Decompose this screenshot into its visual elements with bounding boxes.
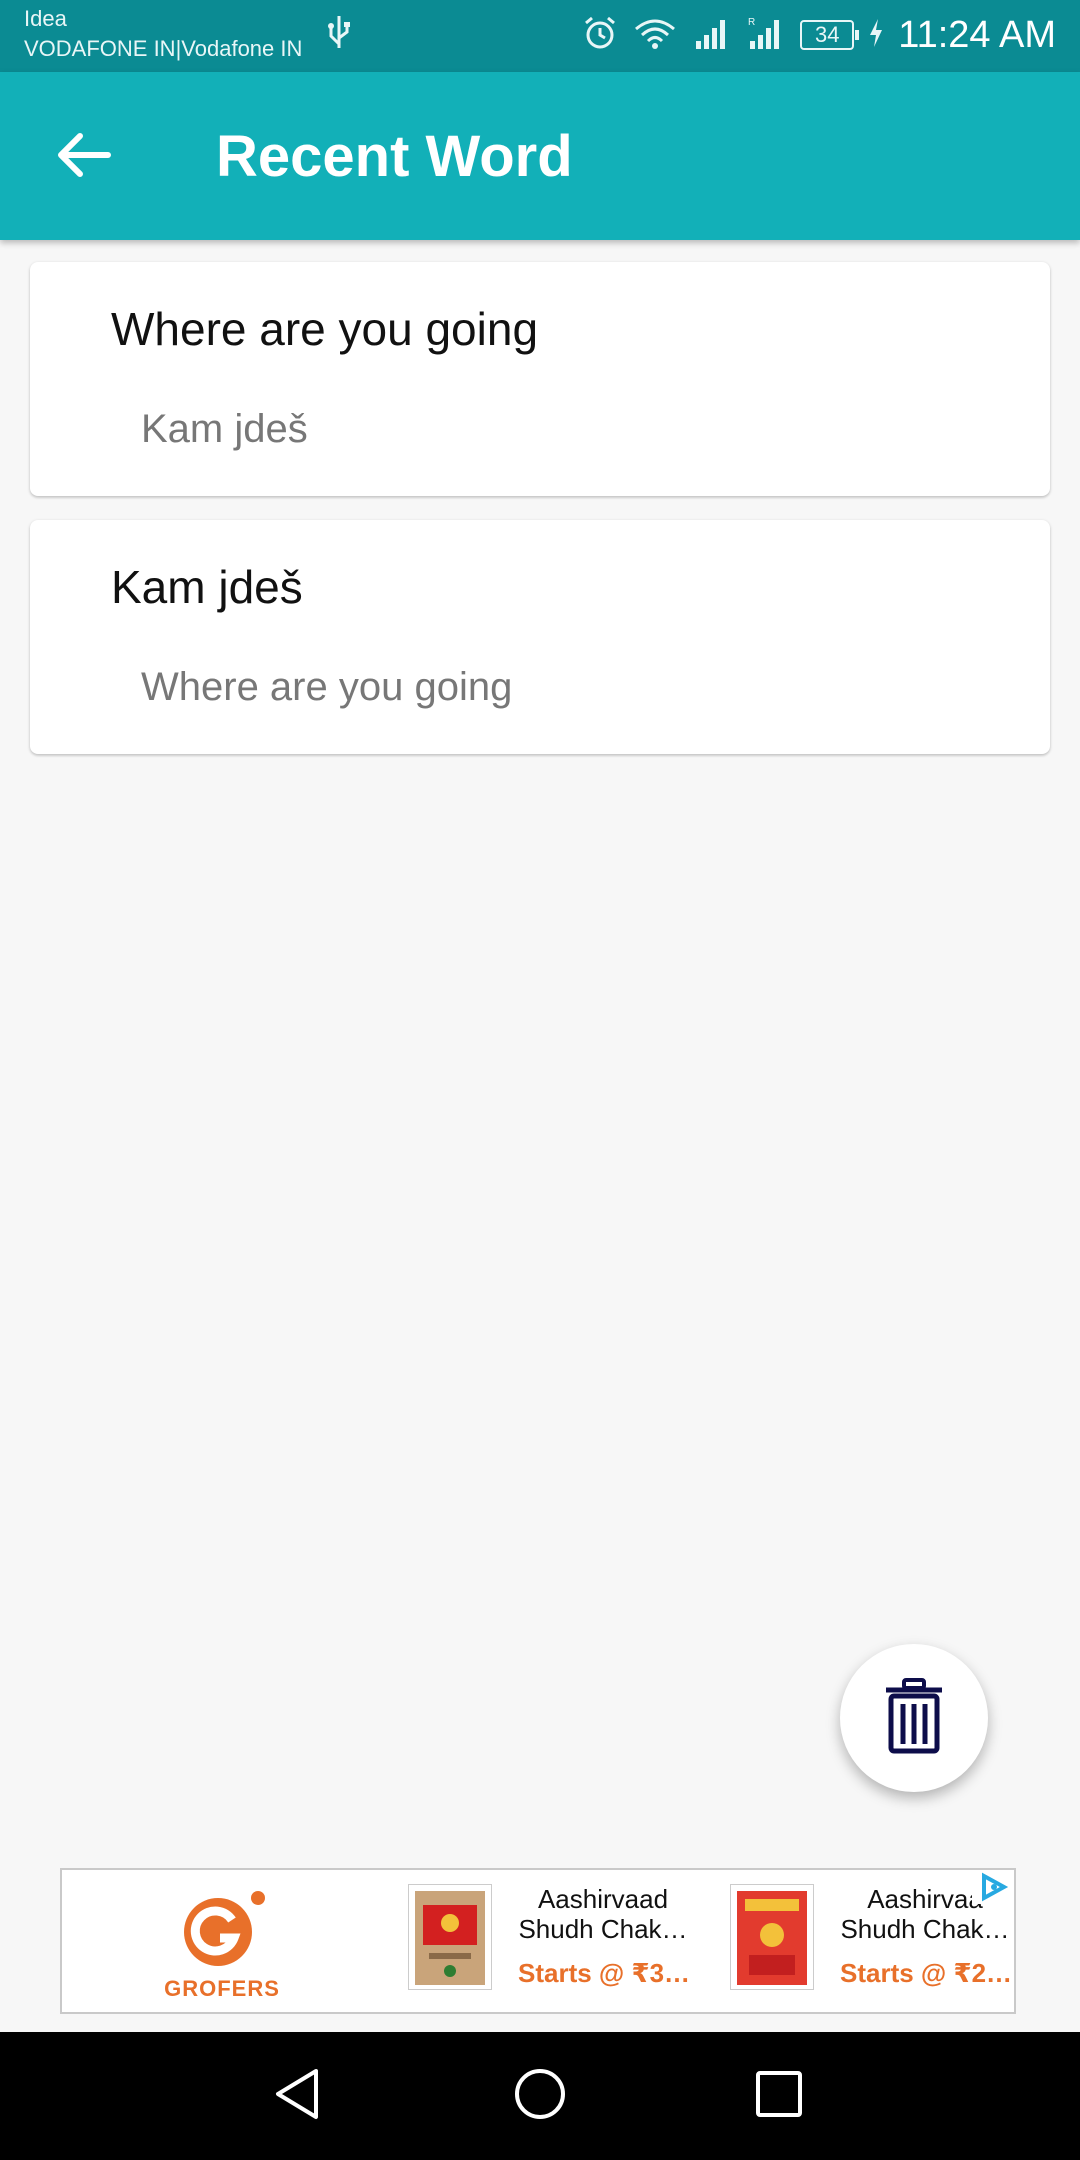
delete-all-button[interactable] (840, 1644, 988, 1792)
carrier-line-1: Idea (24, 6, 67, 31)
product-name: Shudh Chak… (518, 1914, 688, 1944)
app-bar: Recent Word (0, 72, 1080, 240)
clock: 11:24 AM (898, 13, 1056, 56)
product-price: Starts @ ₹2… (840, 1958, 1013, 1988)
back-button[interactable] (44, 122, 124, 192)
product-image (408, 1884, 492, 1990)
nav-back-icon (272, 2067, 322, 2126)
wifi-icon (632, 15, 678, 56)
recent-word-text: Kam jdeš (111, 561, 303, 613)
recent-word-text: Where are you going (111, 303, 539, 355)
signal-icon (692, 15, 732, 56)
status-icons: R 34 11:24 AM (582, 10, 1056, 60)
ad-banner[interactable]: GROFERS Aashirvaad Shudh Chak… Starts @ … (60, 1868, 1016, 2014)
ad-product[interactable]: Aashirvaa Shudh Chak… Starts @ ₹2… (730, 1884, 1013, 2000)
product-image (730, 1884, 814, 1990)
product-name: Aashirvaad (537, 1884, 669, 1914)
page-title: Recent Word (216, 124, 573, 189)
usb-icon (326, 14, 352, 55)
product-price: Starts @ ₹3… (518, 1958, 691, 1988)
nav-recents-button[interactable] (744, 2066, 814, 2126)
navigation-bar (0, 2032, 1080, 2160)
carrier-line-2: VODAFONE IN|Vodafone IN (24, 36, 303, 61)
nav-back-button[interactable] (262, 2066, 332, 2126)
nav-home-button[interactable] (505, 2066, 575, 2126)
status-bar: Idea VODAFONE IN|Vodafone IN R 34 11:24 … (0, 0, 1080, 72)
signal-roaming-icon: R (746, 15, 786, 56)
nav-home-icon (513, 2067, 567, 2126)
svg-text:R: R (748, 17, 755, 28)
alarm-icon (582, 15, 618, 56)
charging-icon (868, 18, 884, 53)
recent-word-translation: Where are you going (141, 665, 513, 709)
arrow-back-icon (56, 131, 112, 184)
trash-icon (884, 1677, 944, 1759)
carrier-info: Idea VODAFONE IN|Vodafone IN (24, 4, 302, 64)
recent-word-translation: Kam jdeš (141, 407, 308, 451)
product-name: Shudh Chak… (840, 1914, 1010, 1944)
battery-icon: 34 (800, 20, 860, 50)
recent-word-card[interactable]: Kam jdeš Where are you going (30, 520, 1050, 754)
grofers-logo[interactable]: GROFERS (162, 1886, 282, 2006)
recent-word-card[interactable]: Where are you going Kam jdeš (30, 262, 1050, 496)
nav-recents-icon (754, 2069, 804, 2124)
ad-brand-name: GROFERS (164, 1976, 280, 2001)
ad-choices-icon[interactable] (972, 1870, 1012, 1904)
ad-product[interactable]: Aashirvaad Shudh Chak… Starts @ ₹3… (408, 1884, 691, 2000)
